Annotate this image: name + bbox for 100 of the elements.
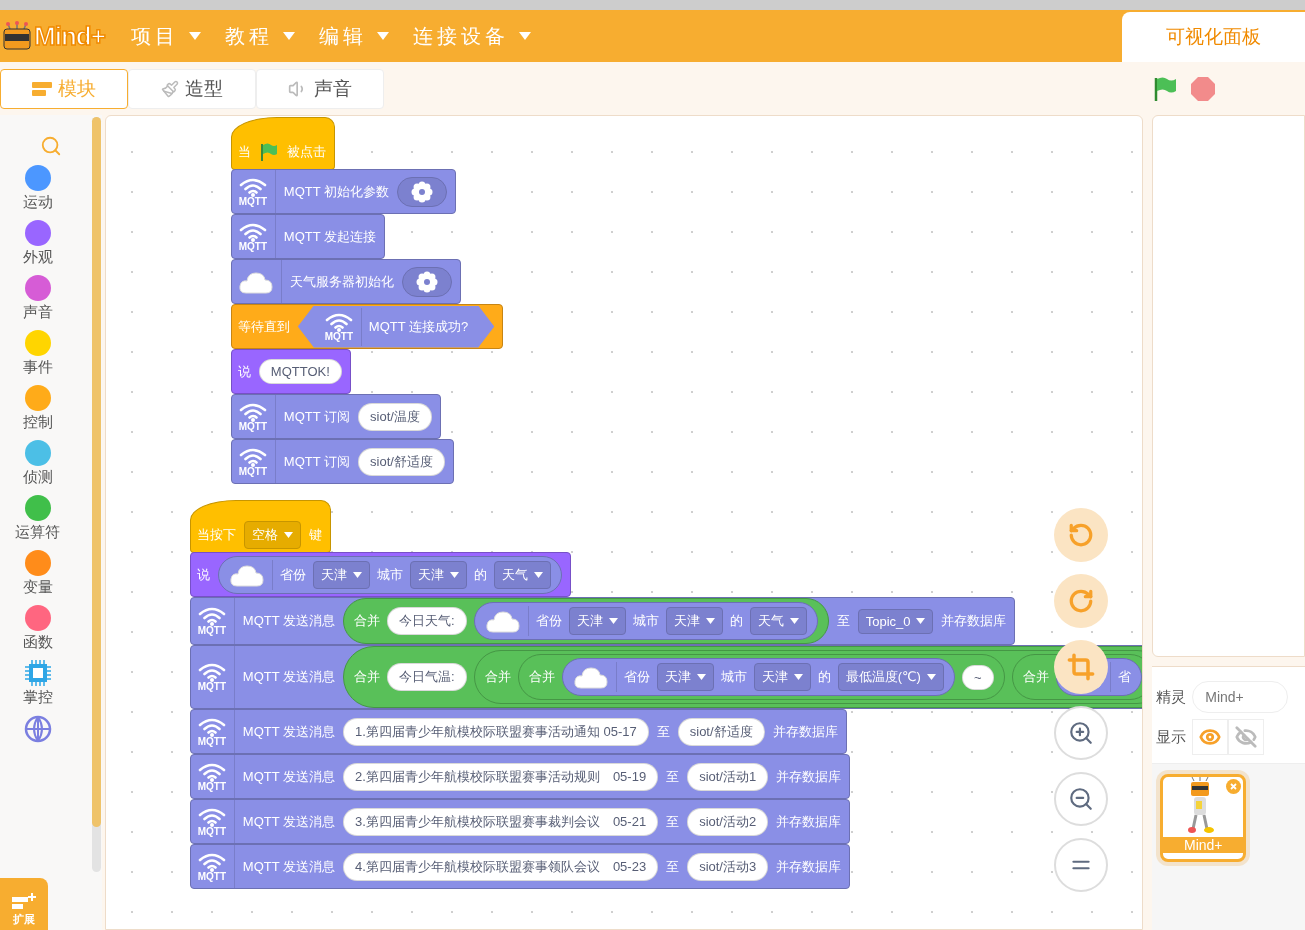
text-input[interactable]: siot/舒适度 [677, 717, 765, 746]
text-input[interactable]: 1.第四届青少年航模校际联盟赛事活动通知 05-17 [343, 717, 649, 746]
category-dot[interactable] [24, 550, 51, 576]
code-block[interactable]: MQTT MQTT 发送消息 3.第四届青少年航模校际联盟赛事裁判会议 05-21 至 siot/活动2 并存数据库 [189, 799, 851, 844]
category-dot[interactable] [24, 385, 51, 411]
stop-icon[interactable] [1190, 75, 1216, 102]
text-input[interactable]: 3.第四届青少年航模校际联盟赛事裁判会议 05-21 [343, 807, 659, 836]
category-label[interactable]: 运动 [22, 193, 53, 212]
block-label: 说 [196, 565, 210, 584]
text-input[interactable]: siot/舒适度 [358, 447, 445, 476]
text-input[interactable]: 4.第四届青少年航模校际联盟赛事领队会议 05-23 [343, 852, 659, 881]
code-block[interactable]: MQTT MQTT 发送消息 合并 今日天气: 省份 天津 城市 天津 的 天气 至 Topic_0 并存数据库 [189, 597, 1016, 645]
dropdown[interactable]: 天津 [312, 560, 370, 589]
category-dot[interactable] [24, 495, 51, 521]
text-input[interactable]: MQTTOK! [258, 359, 342, 384]
dropdown[interactable]: 最低温度(℃) [837, 663, 944, 691]
block-label: 省份 [279, 565, 306, 584]
settings-button[interactable] [397, 176, 448, 207]
reset-zoom-button[interactable] [1053, 838, 1108, 892]
undo-icon [1067, 522, 1094, 548]
zoom-out-icon [1067, 786, 1094, 812]
code-block[interactable]: MQTT MQTT 发送消息 1.第四届青少年航模校际联盟赛事活动通知 05-17 至 siot/舒适度 并存数据库 [189, 709, 847, 754]
code-canvas[interactable] [104, 115, 1144, 930]
category-dot[interactable] [24, 165, 51, 191]
close-icon[interactable] [1226, 779, 1242, 794]
chip-icon[interactable] [24, 660, 51, 686]
category-label[interactable]: 函数 [22, 633, 53, 652]
text-input[interactable]: 今日天气: [387, 607, 467, 635]
caret-icon [705, 618, 715, 624]
block-label: MQTT 初始化参数 [283, 182, 390, 201]
scrollbar[interactable] [91, 117, 101, 872]
code-block[interactable]: MQTT MQTT 订阅 siot/温度 [230, 394, 441, 439]
code-block[interactable]: MQTT MQTT 订阅 siot/舒适度 [230, 439, 454, 484]
globe-icon[interactable] [23, 715, 52, 743]
block-label: MQTT 订阅 [283, 407, 351, 426]
block-label: 合并 [1022, 668, 1049, 686]
dropdown[interactable]: 天津 [409, 560, 467, 589]
category-label[interactable]: 事件 [22, 358, 53, 377]
tab[interactable]: 造型 [128, 68, 256, 109]
category-label[interactable]: 声音 [22, 303, 53, 322]
redo-button[interactable] [1053, 574, 1108, 628]
icon-caption: MQTT [197, 682, 226, 692]
dropdown[interactable]: Topic_0 [857, 608, 934, 634]
dropdown[interactable]: 天津 [656, 663, 714, 691]
code-block[interactable]: MQTT MQTT 发送消息 2.第四届青少年航模校际联盟赛事活动规则 05-19 至 siot/活动1 并存数据库 [189, 754, 851, 799]
category-label[interactable]: 控制 [22, 413, 53, 432]
show-button[interactable] [1192, 719, 1229, 755]
zoom-out-button[interactable] [1053, 772, 1108, 826]
undo-button[interactable] [1053, 508, 1108, 562]
brush-icon [161, 79, 179, 98]
category-label[interactable]: 外观 [22, 248, 53, 267]
dropdown[interactable]: 天气 [493, 560, 551, 589]
category-dot[interactable] [24, 220, 51, 246]
code-block[interactable]: 说 省份 天津 城市 天津 的 天气 [189, 552, 571, 597]
category-label[interactable]: 运算符 [15, 523, 61, 542]
text-input[interactable]: 今日气温: [387, 663, 467, 691]
dropdown[interactable]: 天气 [749, 607, 807, 635]
category-dot[interactable] [24, 330, 51, 356]
category-label[interactable]: 掌控 [22, 688, 53, 707]
wifi-icon [196, 606, 227, 626]
icon-caption: MQTT [238, 466, 267, 477]
settings-button[interactable] [401, 266, 452, 297]
block-label: MQTT 发送消息 [242, 722, 336, 741]
show-label: 显示 [1156, 727, 1187, 747]
block-label: 的 [817, 668, 831, 686]
category-dot[interactable] [24, 440, 51, 466]
search-icon[interactable] [39, 135, 62, 157]
icon-caption: MQTT [238, 241, 267, 252]
caret-icon [608, 618, 618, 624]
caret-icon [283, 531, 293, 538]
gear-icon [414, 269, 439, 294]
text-input[interactable]: siot/温度 [358, 402, 432, 431]
text-input[interactable]: siot/活动2 [687, 807, 769, 836]
category-dot[interactable] [24, 605, 51, 631]
category-label[interactable]: 变量 [22, 578, 53, 597]
text-input[interactable]: siot/活动3 [687, 852, 769, 881]
caret-icon [789, 618, 799, 624]
block-label: 合并 [354, 668, 381, 686]
text-input[interactable]: 2.第四届青少年航模校际联盟赛事活动规则 05-19 [343, 762, 659, 791]
dropdown[interactable]: 天津 [753, 663, 811, 691]
category-label[interactable]: 侦测 [22, 468, 53, 487]
caret-icon [188, 32, 201, 40]
code-block[interactable]: 说 MQTTOK! [230, 349, 351, 394]
block-label: 至 [836, 612, 850, 630]
wifi-icon [196, 761, 227, 782]
eye-icon [1199, 726, 1222, 748]
text-input[interactable]: ~ [961, 664, 994, 690]
flag-icon[interactable] [1152, 75, 1178, 102]
dropdown[interactable]: 天津 [665, 607, 723, 635]
category-dot[interactable] [24, 275, 51, 301]
code-block[interactable]: MQTT MQTT 发送消息 合并 今日气温: 合并 合并 省份 天津 城市 天津 的 最低温度(℃) ~ 合并 省 [189, 645, 1143, 709]
tab[interactable]: 声音 [256, 68, 384, 109]
hide-button[interactable] [1228, 719, 1265, 755]
block-label: 的 [729, 612, 743, 630]
code-block[interactable]: MQTT MQTT 发送消息 4.第四届青少年航模校际联盟赛事领队会议 05-23 至 siot/活动3 并存数据库 [189, 844, 851, 889]
zoom-in-button[interactable] [1053, 706, 1108, 760]
dropdown[interactable]: 天津 [568, 607, 626, 635]
wifi-icon [237, 446, 268, 467]
sprite-name-field[interactable]: Mind+ [1192, 681, 1289, 713]
text-input[interactable]: siot/活动1 [687, 762, 769, 791]
